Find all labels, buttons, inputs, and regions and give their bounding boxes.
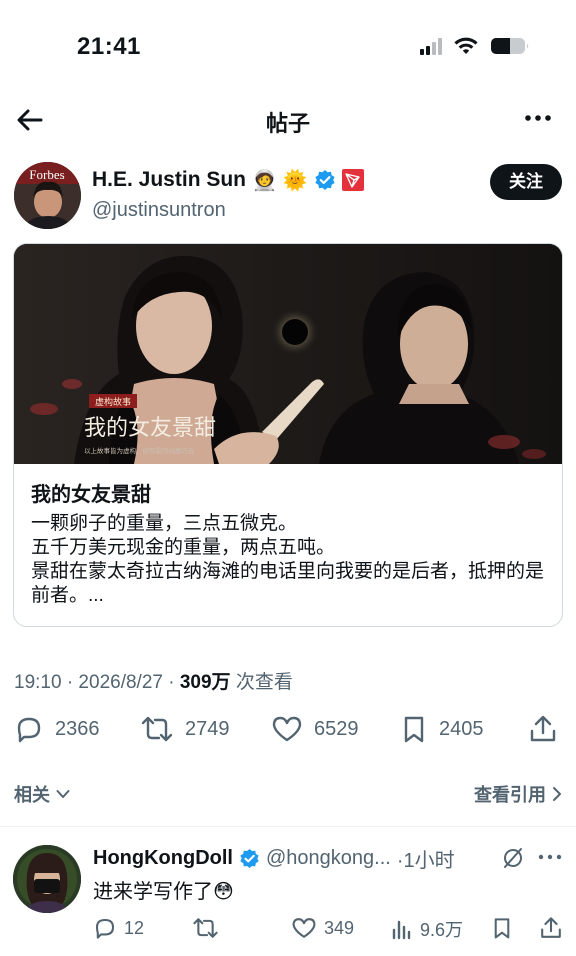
share-icon — [530, 715, 556, 742]
reply-time: ·1小时 — [396, 850, 455, 872]
cellular-signal-icon — [420, 37, 442, 55]
reply-like-count: 349 — [324, 917, 355, 938]
nav-bar: 帖子 — [0, 96, 576, 146]
repost-icon — [193, 918, 218, 938]
repost-icon — [141, 716, 173, 742]
grok-icon[interactable] — [501, 846, 525, 870]
author-name[interactable]: H.E. Justin Sun — [92, 168, 246, 192]
heart-icon — [272, 716, 302, 742]
view-count-suffix: 次查看 — [230, 672, 293, 693]
author-name-row: H.E. Justin Sun 🧑‍🚀 🌞 — [92, 168, 364, 192]
reply-view-count: 9.6万 — [420, 920, 464, 940]
bookmark-count: 2405 — [439, 717, 484, 740]
avatar[interactable]: Forbes — [14, 162, 81, 229]
reply-tweet[interactable]: HongKongDoll @hongkong... ·1小时 进来学写作了😳 1… — [0, 828, 576, 956]
reply-icon — [95, 918, 115, 939]
like-button[interactable]: 6529 — [271, 714, 359, 744]
reply-count: 2366 — [55, 717, 100, 740]
cover-title-text: 我的女友景甜 — [84, 416, 216, 441]
repost-count: 2749 — [185, 717, 230, 740]
avatar-text: Forbes — [29, 167, 64, 182]
reply-icon — [17, 717, 41, 743]
article-cover-image: 虚构故事 我的女友景甜 以上故事皆为虚构，如有雷同纯属巧合 — [14, 244, 562, 464]
bookmark-button[interactable]: 2405 — [400, 714, 484, 744]
post-actions: 2366 2749 6529 2405 — [14, 714, 562, 750]
verified-badge-icon — [240, 848, 259, 869]
post-timestamp: 19:10 · 2026/8/27 · — [14, 672, 180, 693]
cover-subtitle-text: 以上故事皆为虚构，如有雷同纯属巧合 — [84, 446, 195, 455]
status-bar: 21:41 — [0, 0, 576, 92]
reply-repost-button[interactable] — [192, 916, 219, 940]
more-options-icon[interactable] — [538, 852, 562, 862]
related-row: 相关 查看引用 — [14, 779, 562, 807]
reply-reply-button[interactable]: 12 — [93, 916, 144, 940]
chevron-right-icon — [553, 787, 561, 801]
heart-icon — [292, 918, 316, 938]
repost-button[interactable]: 2749 — [140, 714, 230, 744]
analytics-icon — [392, 920, 411, 940]
status-icons — [420, 36, 530, 56]
related-dropdown[interactable]: 相关 — [14, 781, 70, 807]
reply-text: 进来学写作了😳 — [93, 881, 234, 903]
article-description-line: 景甜在蒙太奇拉古纳海滩的电话里向我要的是后者，抵押的是前者。... — [31, 561, 545, 606]
share-button[interactable] — [528, 714, 558, 744]
back-arrow-icon[interactable] — [14, 104, 46, 136]
reply-bookmark-button[interactable] — [491, 916, 513, 940]
like-count: 6529 — [314, 717, 359, 740]
post-meta: 19:10 · 2026/8/27 · 309万 次查看 — [14, 667, 293, 694]
article-description: 一颗卵子的重量，三点五微克。 五千万美元现金的重量，两点五吨。 景甜在蒙太奇拉古… — [31, 512, 551, 608]
more-options-icon[interactable] — [524, 108, 552, 128]
verified-badge-icon — [315, 170, 335, 190]
reply-header: HongKongDoll @hongkong... ·1小时 — [93, 844, 455, 873]
divider — [0, 826, 576, 827]
post-author: Forbes H.E. Justin Sun 🧑‍🚀 🌞 @justinsunt… — [14, 162, 562, 232]
reply-author-name[interactable]: HongKongDoll — [93, 847, 233, 870]
sun-emoji: 🌞 — [282, 168, 308, 192]
bookmark-icon — [494, 918, 510, 939]
reply-button[interactable]: 2366 — [14, 714, 100, 744]
wifi-icon — [454, 37, 478, 54]
page-title: 帖子 — [265, 111, 310, 136]
article-title: 我的女友景甜 — [31, 484, 151, 506]
reply-reply-count: 12 — [124, 917, 145, 938]
tron-logo-icon — [341, 169, 364, 191]
reply-author-handle[interactable]: @hongkong... — [266, 847, 391, 870]
battery-icon — [491, 38, 529, 54]
reply-share-button[interactable] — [539, 916, 563, 940]
share-icon — [541, 917, 561, 938]
author-handle[interactable]: @justinsuntron — [92, 199, 226, 222]
cover-badge-text: 虚构故事 — [95, 396, 131, 408]
reply-avatar[interactable] — [13, 845, 81, 913]
reply-like-button[interactable]: 349 — [291, 916, 354, 940]
follow-button[interactable]: 关注 — [490, 164, 562, 200]
reply-views-button[interactable]: 9.6万 — [391, 916, 463, 942]
article-description-line: 一颗卵子的重量，三点五微克。 — [31, 513, 298, 534]
article-card[interactable]: 虚构故事 我的女友景甜 以上故事皆为虚构，如有雷同纯属巧合 我的女友景甜 一颗卵… — [13, 243, 563, 627]
reply-actions: 12 349 9.6万 — [93, 916, 563, 942]
chevron-down-icon — [56, 790, 70, 798]
bookmark-icon — [404, 716, 424, 743]
view-count[interactable]: 309万 — [180, 672, 231, 693]
status-time: 21:41 — [77, 33, 141, 60]
related-label: 相关 — [14, 785, 50, 805]
astronaut-emoji: 🧑‍🚀 — [252, 168, 277, 192]
view-quotes-link[interactable]: 查看引用 — [474, 781, 562, 807]
article-description-line: 五千万美元现金的重量，两点五吨。 — [31, 537, 336, 558]
view-quotes-label: 查看引用 — [474, 785, 546, 805]
